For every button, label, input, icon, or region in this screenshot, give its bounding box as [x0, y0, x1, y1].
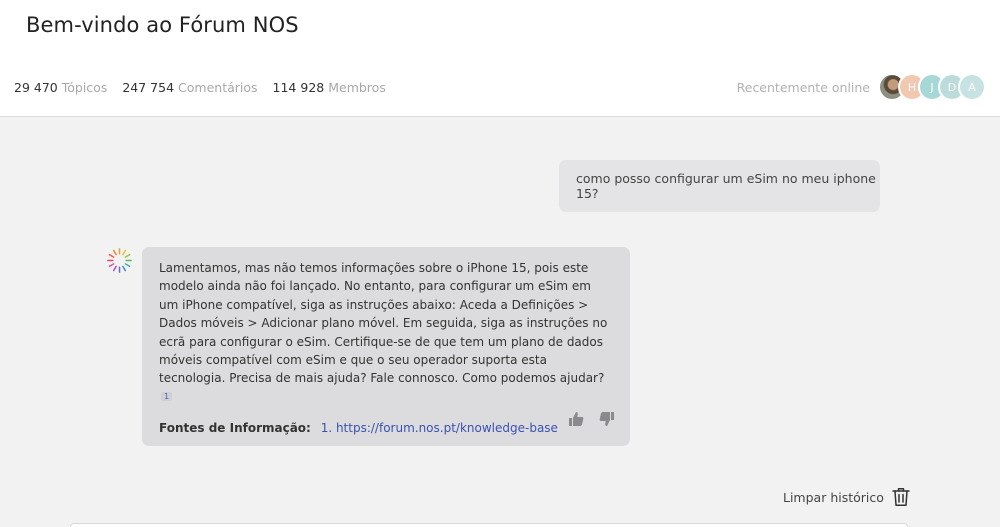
- bot-message-body: Lamentamos, mas não temos informações so…: [159, 261, 608, 386]
- source-link[interactable]: 1. https://forum.nos.pt/knowledge-base: [321, 421, 558, 435]
- stat-comments: 247 754 Comentários: [122, 80, 257, 95]
- online-avatars: H J D A: [878, 73, 986, 101]
- stat-topics-value: 29 470: [14, 80, 58, 95]
- forum-header: Bem-vindo ao Fórum NOS 29 470 Tópicos 24…: [0, 0, 1000, 117]
- clear-history-label: Limpar histórico: [783, 489, 884, 505]
- feedback-buttons: [554, 410, 616, 428]
- recently-online-label: Recentemente online: [736, 79, 870, 95]
- avatar-a[interactable]: A: [958, 73, 986, 101]
- bot-message-text: Lamentamos, mas não temos informações so…: [159, 259, 614, 409]
- recently-online: Recentemente online H J D A: [737, 73, 986, 101]
- stat-topics-label: Tópicos: [61, 80, 108, 95]
- page-title: Bem-vindo ao Fórum NOS: [26, 13, 299, 37]
- user-message-bubble: como posso configurar um eSim no meu iph…: [559, 160, 880, 212]
- stat-members-value: 114 928: [272, 80, 325, 95]
- stat-comments-value: 247 754: [122, 80, 175, 95]
- bot-message-bubble: Lamentamos, mas não temos informações so…: [142, 247, 630, 446]
- sources-label: Fontes de Informação:: [159, 421, 311, 436]
- stat-members: 114 928 Membros: [273, 80, 386, 95]
- stat-topics: 29 470 Tópicos: [14, 80, 107, 95]
- clear-history-button[interactable]: Limpar histórico: [783, 487, 910, 507]
- sources: Fontes de Informação: 1. https://forum.n…: [159, 421, 614, 435]
- chat-input-field[interactable]: [70, 523, 908, 527]
- thumbs-down-icon[interactable]: [598, 410, 616, 428]
- stat-comments-label: Comentários: [178, 80, 258, 95]
- thumbs-up-icon[interactable]: [567, 410, 585, 428]
- bot-logo-icon: [107, 248, 132, 273]
- stat-members-label: Membros: [328, 80, 386, 95]
- forum-stats: 29 470 Tópicos 247 754 Comentários 114 9…: [14, 80, 401, 95]
- user-message-text: como posso configurar um eSim no meu iph…: [576, 171, 876, 201]
- citation-marker[interactable]: 1: [161, 391, 173, 401]
- trash-icon[interactable]: [892, 487, 910, 507]
